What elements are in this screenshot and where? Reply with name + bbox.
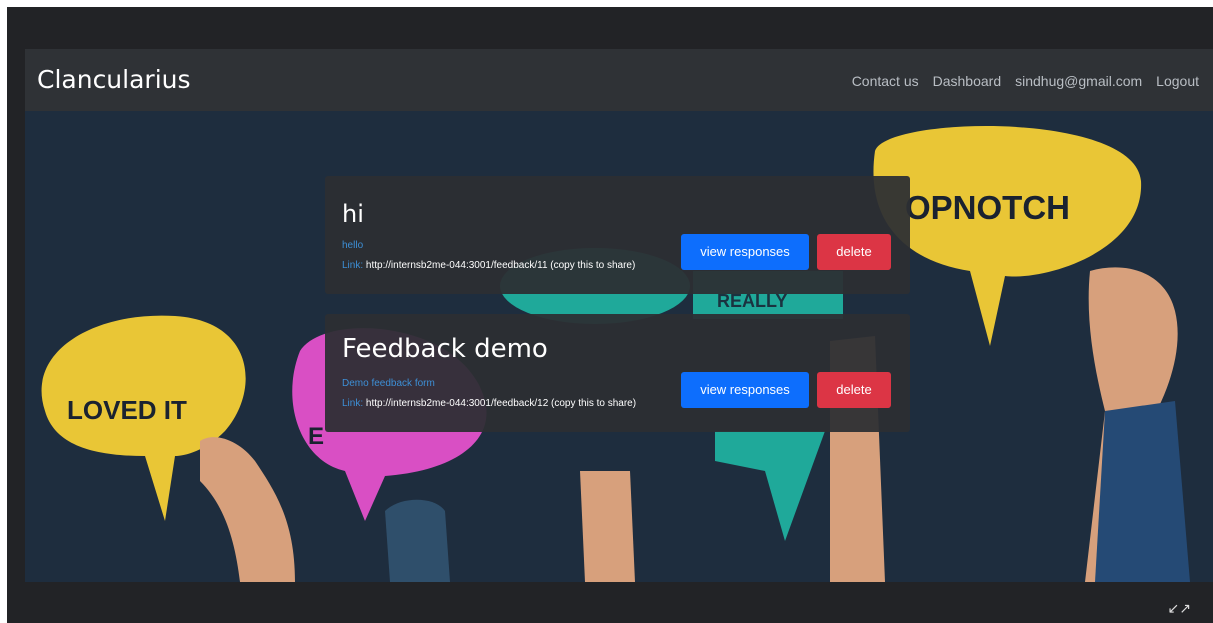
link-label: Link:	[342, 398, 364, 409]
nav-dashboard[interactable]: Dashboard	[933, 73, 1002, 89]
sign-e-letter: E	[308, 423, 324, 450]
form-title: hi	[342, 200, 364, 228]
link-label: Link:	[342, 260, 364, 271]
collapse-arrows-icon[interactable]: ↙↗	[1168, 600, 1191, 617]
form-card: Feedback demo Demo feedback form Link: h…	[325, 314, 910, 432]
form-title: Feedback demo	[342, 334, 548, 364]
delete-button[interactable]: delete	[817, 234, 891, 270]
delete-button[interactable]: delete	[817, 372, 891, 408]
nav-logout[interactable]: Logout	[1156, 73, 1199, 89]
brand-logo[interactable]: Clancularius	[37, 65, 191, 94]
nav-contact-us[interactable]: Contact us	[852, 73, 919, 89]
view-responses-button[interactable]: view responses	[681, 234, 809, 270]
form-description: Demo feedback form	[342, 378, 435, 389]
screen-frame: Clancularius Contact us Dashboard sindhu…	[7, 7, 1213, 623]
nav-links: Contact us Dashboard sindhug@gmail.com L…	[852, 73, 1199, 89]
nav-user-email[interactable]: sindhug@gmail.com	[1015, 73, 1142, 89]
form-share-link: Link: http://internsb2me-044:3001/feedba…	[342, 398, 636, 409]
share-url[interactable]: http://internsb2me-044:3001/feedback/11 …	[366, 260, 635, 271]
navbar: Clancularius Contact us Dashboard sindhu…	[25, 49, 1213, 111]
sign-loved-it: LOVED IT	[67, 395, 187, 425]
browser-viewport: Clancularius Contact us Dashboard sindhu…	[25, 49, 1213, 582]
form-share-link: Link: http://internsb2me-044:3001/feedba…	[342, 260, 635, 271]
view-responses-button[interactable]: view responses	[681, 372, 809, 408]
form-card: hi hello Link: http://internsb2me-044:30…	[325, 176, 910, 294]
sign-really: REALLY	[717, 291, 787, 311]
sign-topnotch: OPNOTCH	[905, 189, 1070, 226]
form-description: hello	[342, 240, 364, 251]
share-url[interactable]: http://internsb2me-044:3001/feedback/12 …	[366, 398, 636, 409]
